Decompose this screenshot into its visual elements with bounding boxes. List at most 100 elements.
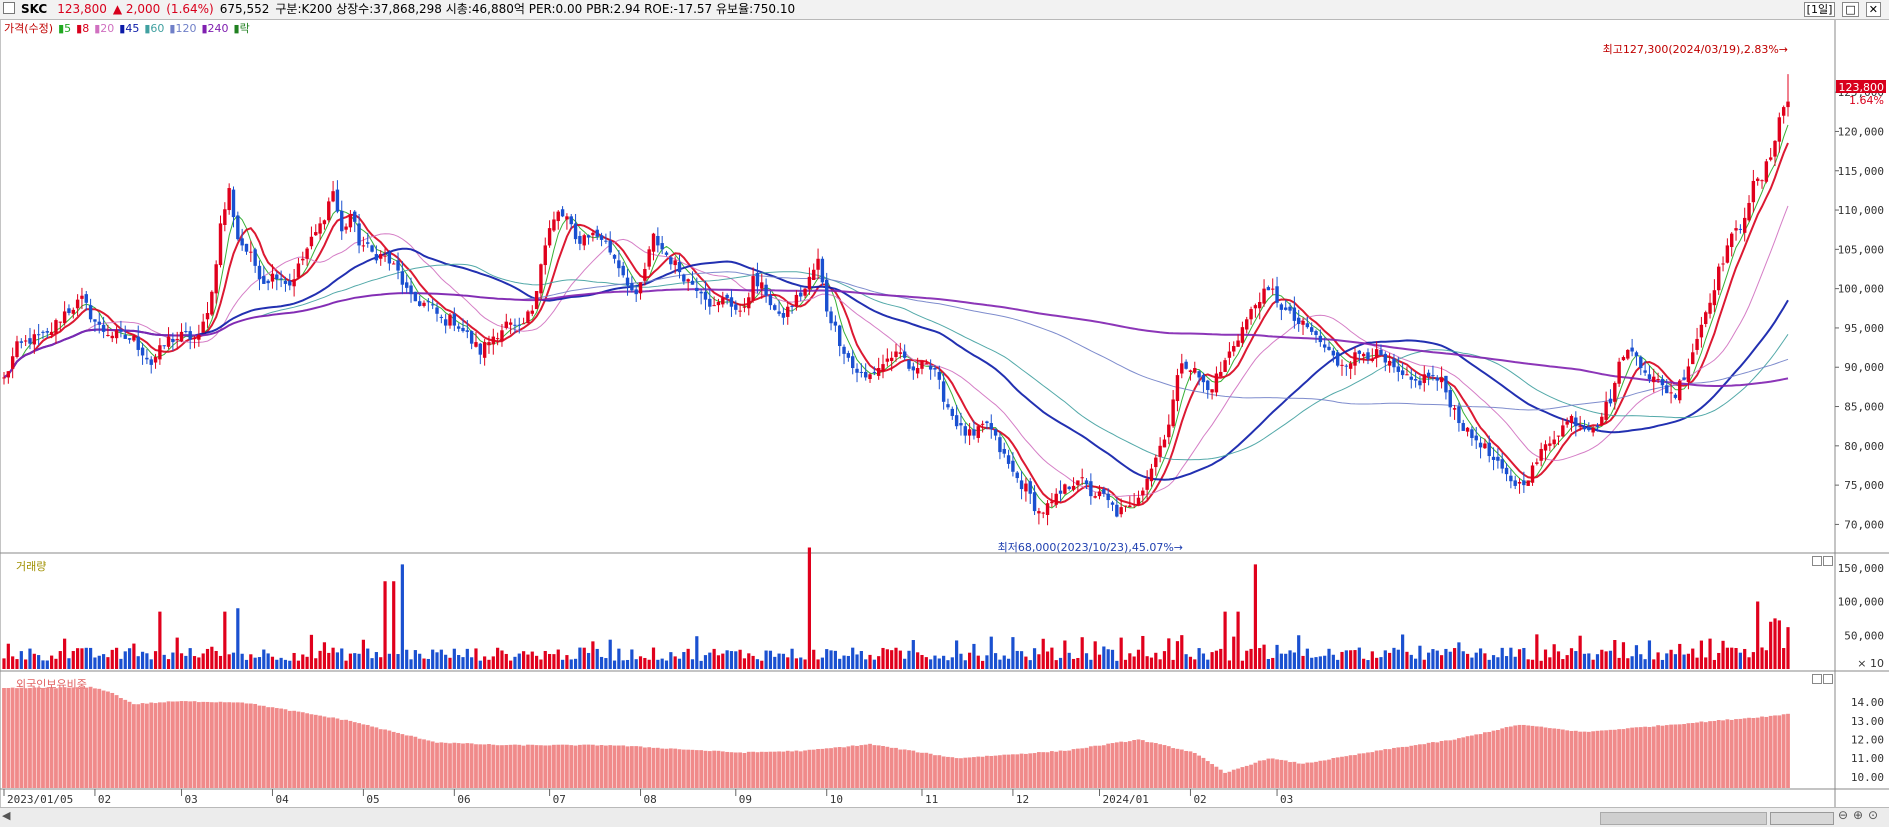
- candle-body[interactable]: [88, 305, 93, 320]
- candle-body[interactable]: [504, 321, 508, 328]
- candle-body[interactable]: [690, 280, 695, 285]
- candle-body[interactable]: [933, 368, 937, 370]
- candle-body[interactable]: [487, 342, 491, 346]
- candle-body[interactable]: [1050, 501, 1054, 504]
- candle-body[interactable]: [1617, 361, 1621, 384]
- candle-body[interactable]: [794, 294, 799, 306]
- candle-body[interactable]: [153, 357, 158, 363]
- candle-body[interactable]: [62, 311, 67, 324]
- candle-body[interactable]: [6, 371, 11, 378]
- candle-body[interactable]: [1249, 309, 1253, 320]
- candle-body[interactable]: [1370, 359, 1375, 361]
- candle-body[interactable]: [838, 325, 842, 347]
- candle-body[interactable]: [1084, 480, 1089, 485]
- candle-body[interactable]: [1691, 352, 1695, 365]
- candle-body[interactable]: [1240, 327, 1245, 343]
- candle-body[interactable]: [1253, 305, 1258, 309]
- candle-body[interactable]: [1686, 366, 1691, 383]
- candle-body[interactable]: [1439, 377, 1444, 383]
- candle-body[interactable]: [1673, 394, 1678, 398]
- candle-body[interactable]: [725, 294, 729, 299]
- candle-body[interactable]: [218, 223, 223, 266]
- candle-body[interactable]: [859, 371, 864, 373]
- candle-body[interactable]: [1011, 460, 1015, 472]
- candle-body[interactable]: [985, 421, 989, 424]
- candle-body[interactable]: [1097, 491, 1102, 497]
- candle-body[interactable]: [573, 223, 578, 240]
- candle-body[interactable]: [885, 358, 890, 362]
- candle-body[interactable]: [1383, 353, 1388, 363]
- candle-body[interactable]: [989, 423, 993, 430]
- candle-body[interactable]: [1522, 480, 1526, 486]
- candle-body[interactable]: [1413, 379, 1418, 381]
- candle-body[interactable]: [928, 365, 933, 370]
- candle-body[interactable]: [807, 276, 812, 290]
- candle-body[interactable]: [439, 316, 444, 318]
- candle-body[interactable]: [344, 226, 348, 230]
- candle-body[interactable]: [1760, 180, 1764, 182]
- candle-body[interactable]: [1266, 287, 1271, 291]
- candle-body[interactable]: [1695, 338, 1699, 350]
- candle-body[interactable]: [998, 437, 1002, 453]
- candle-body[interactable]: [1665, 385, 1669, 394]
- candle-body[interactable]: [1214, 373, 1219, 393]
- candle-body[interactable]: [1652, 376, 1656, 383]
- candle-body[interactable]: [1292, 307, 1297, 321]
- candle-body[interactable]: [184, 331, 188, 333]
- candle-body[interactable]: [608, 240, 612, 253]
- candle-body[interactable]: [23, 340, 28, 342]
- candle-body[interactable]: [513, 324, 517, 326]
- candle-body[interactable]: [387, 252, 392, 264]
- candle-body[interactable]: [132, 335, 136, 341]
- candle-body[interactable]: [790, 305, 794, 307]
- candle-body[interactable]: [526, 311, 530, 324]
- candle-body[interactable]: [1184, 361, 1188, 369]
- candle-body[interactable]: [1006, 455, 1011, 464]
- candle-body[interactable]: [708, 298, 712, 307]
- candle-body[interactable]: [1262, 288, 1266, 304]
- candle-body[interactable]: [682, 274, 686, 282]
- candle-body[interactable]: [582, 235, 586, 246]
- candle-body[interactable]: [1786, 101, 1790, 108]
- candle-body[interactable]: [1461, 423, 1465, 431]
- candle-body[interactable]: [236, 215, 240, 240]
- candle-body[interactable]: [1474, 435, 1478, 441]
- candle-body[interactable]: [279, 278, 283, 280]
- candle-body[interactable]: [413, 291, 418, 302]
- candle-body[interactable]: [1071, 485, 1076, 490]
- candle-body[interactable]: [950, 408, 954, 416]
- candle-body[interactable]: [106, 335, 110, 337]
- candle-body[interactable]: [201, 321, 205, 333]
- candle-body[interactable]: [569, 216, 573, 225]
- candle-body[interactable]: [911, 366, 916, 371]
- candle-body[interactable]: [1335, 352, 1340, 366]
- candle-body[interactable]: [734, 304, 738, 310]
- candle-body[interactable]: [461, 327, 465, 332]
- candle-body[interactable]: [1422, 374, 1426, 383]
- candle-body[interactable]: [1405, 374, 1409, 376]
- candle-body[interactable]: [1232, 346, 1236, 352]
- candle-body[interactable]: [595, 229, 599, 237]
- candle-body[interactable]: [166, 336, 171, 347]
- candle-body[interactable]: [491, 336, 496, 345]
- candle-body[interactable]: [1738, 228, 1743, 230]
- candle-body[interactable]: [1284, 307, 1288, 310]
- candle-body[interactable]: [1076, 480, 1080, 486]
- candle-body[interactable]: [1725, 245, 1730, 263]
- candle-body[interactable]: [868, 374, 872, 380]
- candle-body[interactable]: [742, 306, 747, 308]
- candle-body[interactable]: [353, 211, 357, 222]
- candle-body[interactable]: [1045, 503, 1050, 515]
- candle-body[interactable]: [1561, 425, 1565, 437]
- candle-body[interactable]: [49, 331, 54, 336]
- candle-body[interactable]: [253, 249, 257, 266]
- candle-body[interactable]: [1041, 512, 1045, 514]
- candle-body[interactable]: [404, 282, 409, 288]
- candle-body[interactable]: [855, 368, 859, 373]
- candle-body[interactable]: [1643, 370, 1647, 373]
- candle-body[interactable]: [521, 323, 526, 325]
- candle-body[interactable]: [1699, 324, 1704, 338]
- candle-body[interactable]: [301, 258, 305, 261]
- candle-body[interactable]: [1630, 347, 1634, 352]
- candle-body[interactable]: [231, 189, 236, 218]
